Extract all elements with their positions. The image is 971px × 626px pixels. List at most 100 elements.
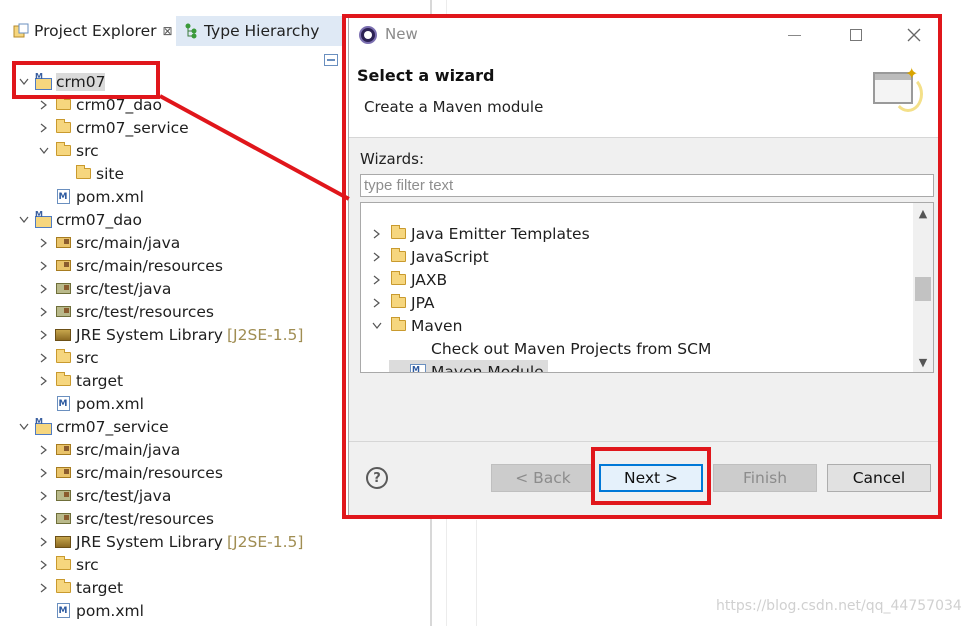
tree-item-label: site xyxy=(96,164,124,183)
tree-item[interactable]: crm07_dao xyxy=(16,208,142,231)
tree-item-label: src/main/java xyxy=(76,440,181,459)
maven-project-icon xyxy=(34,210,52,228)
annotation-box-next xyxy=(591,447,711,505)
tree-item-label: crm07_service xyxy=(76,118,189,137)
tree-item-label: JRE System Library xyxy=(76,532,223,551)
chevron-right-icon[interactable] xyxy=(36,258,52,274)
tree-item[interactable]: target xyxy=(36,576,123,599)
chevron-right-icon[interactable] xyxy=(36,488,52,504)
chevron-right-icon[interactable] xyxy=(36,373,52,389)
tree-item[interactable]: JRE System Library [J2SE-1.5] xyxy=(36,530,303,553)
tree-item-label: crm07_service xyxy=(56,417,169,436)
tree-item-label: pom.xml xyxy=(76,601,144,620)
chevron-right-icon[interactable] xyxy=(36,304,52,320)
tree-item-label: target xyxy=(76,371,124,390)
chevron-right-icon[interactable] xyxy=(36,235,52,251)
tab-label: Project Explorer xyxy=(34,22,157,40)
tree-item-decoration: [J2SE-1.5] xyxy=(227,532,304,551)
test-source-folder-icon xyxy=(54,304,72,320)
chevron-right-icon[interactable] xyxy=(36,511,52,527)
tree-item[interactable]: src/main/java xyxy=(36,231,180,254)
library-icon xyxy=(54,534,72,550)
annotation-box-project xyxy=(12,61,160,99)
tree-item-label: target xyxy=(76,578,124,597)
tree-item[interactable]: target xyxy=(36,369,123,392)
tree-item[interactable]: src xyxy=(36,346,99,369)
tree-item[interactable]: src/main/resources xyxy=(36,254,223,277)
tree-item-label: src/main/java xyxy=(76,233,181,252)
tree-item[interactable]: Mpom.xml xyxy=(36,392,144,415)
chevron-right-icon[interactable] xyxy=(36,534,52,550)
watermark: https://blog.csdn.net/qq_44757034 xyxy=(716,598,962,614)
tab-project-explorer[interactable]: Project Explorer ⊠ xyxy=(12,16,178,46)
tree-item[interactable]: src/test/resources xyxy=(36,507,214,530)
chevron-down-icon[interactable] xyxy=(16,419,32,435)
tree-item-label: pom.xml xyxy=(76,394,144,413)
tree-item-label: src/test/resources xyxy=(76,302,214,321)
folder-icon xyxy=(54,372,72,389)
tree-item-label: src xyxy=(76,141,99,160)
test-source-folder-icon xyxy=(54,511,72,527)
chevron-right-icon[interactable] xyxy=(36,350,52,366)
chevron-down-icon[interactable] xyxy=(36,143,52,159)
editor-gutter-line xyxy=(476,520,477,626)
project-explorer-icon xyxy=(12,22,30,40)
tree-item[interactable]: JRE System Library [J2SE-1.5] xyxy=(36,323,303,346)
tab-label: Type Hierarchy xyxy=(204,22,320,40)
folder-icon xyxy=(74,165,92,182)
chevron-right-icon[interactable] xyxy=(36,120,52,136)
pom-file-icon: M xyxy=(54,603,72,619)
tree-item[interactable]: src xyxy=(36,139,99,162)
test-source-folder-icon xyxy=(54,281,72,297)
tree-item-decoration: [J2SE-1.5] xyxy=(227,325,304,344)
type-hierarchy-icon xyxy=(182,22,200,40)
tree-item-label: src/main/resources xyxy=(76,463,223,482)
folder-icon xyxy=(54,556,72,573)
chevron-right-icon[interactable] xyxy=(36,281,52,297)
tree-item-label: src/test/java xyxy=(76,279,172,298)
source-folder-icon xyxy=(54,235,72,251)
annotation-box-dialog xyxy=(342,14,942,519)
tree-item[interactable]: Mpom.xml xyxy=(36,599,144,622)
tree-item[interactable]: site xyxy=(56,162,124,185)
tree-item[interactable]: src/test/resources xyxy=(36,300,214,323)
tree-item-label: src/main/resources xyxy=(76,256,223,275)
chevron-right-icon[interactable] xyxy=(36,557,52,573)
tree-item-label: src/test/java xyxy=(76,486,172,505)
test-source-folder-icon xyxy=(54,488,72,504)
folder-icon xyxy=(54,349,72,366)
tree-item-label: src/test/resources xyxy=(76,509,214,528)
pom-file-icon: M xyxy=(54,396,72,412)
tree-item[interactable]: src/test/java xyxy=(36,277,171,300)
source-folder-icon xyxy=(54,258,72,274)
close-icon[interactable]: ⊠ xyxy=(163,24,173,38)
tree-item-label: src xyxy=(76,348,99,367)
chevron-down-icon[interactable] xyxy=(16,212,32,228)
collapse-all-icon[interactable] xyxy=(324,54,338,66)
tree-item[interactable]: src/test/java xyxy=(36,484,171,507)
folder-icon xyxy=(54,142,72,159)
source-folder-icon xyxy=(54,442,72,458)
tree-item[interactable]: src/main/resources xyxy=(36,461,223,484)
library-icon xyxy=(54,327,72,343)
tree-item[interactable]: src xyxy=(36,553,99,576)
chevron-right-icon[interactable] xyxy=(36,465,52,481)
tree-item-label: src xyxy=(76,555,99,574)
tree-item[interactable]: crm07_service xyxy=(16,415,169,438)
source-folder-icon xyxy=(54,465,72,481)
tree-item[interactable]: crm07_service xyxy=(36,116,189,139)
folder-icon xyxy=(54,579,72,596)
tab-type-hierarchy[interactable]: Type Hierarchy xyxy=(176,16,342,46)
chevron-right-icon[interactable] xyxy=(36,442,52,458)
tree-item[interactable]: src/main/java xyxy=(36,438,180,461)
chevron-right-icon[interactable] xyxy=(36,327,52,343)
maven-project-icon xyxy=(34,417,52,435)
tree-item[interactable]: Mpom.xml xyxy=(36,185,144,208)
folder-icon xyxy=(54,119,72,136)
tree-item-label: JRE System Library xyxy=(76,325,223,344)
chevron-right-icon[interactable] xyxy=(36,580,52,596)
